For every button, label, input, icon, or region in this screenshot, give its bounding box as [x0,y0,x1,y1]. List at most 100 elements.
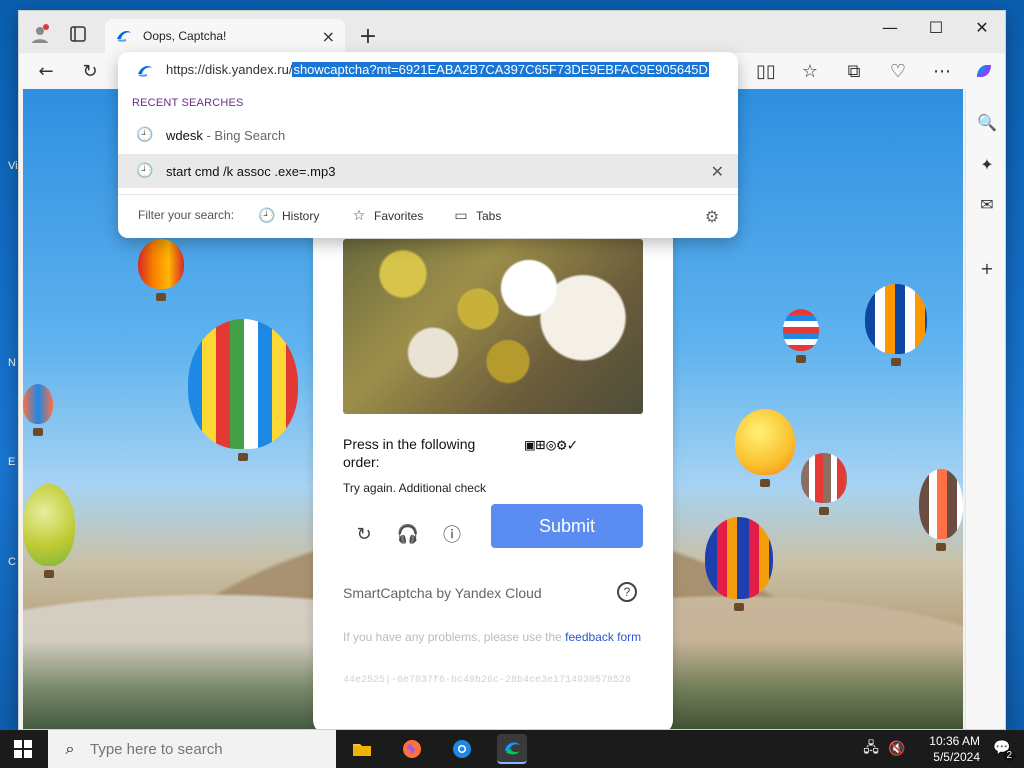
balloon-image [783,309,819,363]
info-captcha-button[interactable]: ⓘ [437,519,467,549]
profile-icon[interactable] [25,19,55,49]
folder-icon [353,744,371,756]
collections-button[interactable]: ⧉ [839,56,869,86]
suggestion-main: wdesk [166,127,203,143]
captcha-order-symbols: ▣⊞◎⚙✓ [525,435,579,454]
balloon-image [865,284,927,366]
notifications-button[interactable]: 💬 2 [990,736,1015,761]
refresh-button[interactable]: ↻ [75,56,105,86]
taskbar: ⌕ 🖧 🔇 10:36 AM 5/5/2024 💬 2 [0,730,1024,768]
suggestion-sub: - Bing Search [202,127,286,143]
volume-muted-icon[interactable]: 🔇 [884,730,910,768]
tab-oops-captcha[interactable]: Oops, Captcha! × [105,19,345,53]
refresh-captcha-button[interactable]: ↻ [349,519,379,549]
filter-history-label: History [282,209,320,223]
windows-icon [14,740,32,758]
notification-count: 2 [1003,750,1015,761]
chrome-button[interactable] [447,734,477,764]
address-bar[interactable]: https://disk.yandex.ru/showcaptcha?mt=69… [118,52,738,90]
balloon-image [735,409,795,487]
taskbar-search[interactable]: ⌕ [48,730,336,768]
suggestion-main: start cmd /k assoc .exe=.mp3 [166,163,336,179]
gear-icon[interactable]: ⚙ [700,204,724,228]
info-icon: ⓘ [443,525,461,546]
desktop-icon-label[interactable]: N [8,357,16,369]
captcha-image[interactable] [343,239,643,414]
help-icon-label: ? [623,585,631,599]
search-input[interactable] [90,740,320,758]
copilot-icon [977,65,991,77]
collections-icon: ⧉ [847,60,861,82]
captcha-hash: 44e2525|-6e7037f6-bc49b26c-28b4ce3e17149… [343,675,632,686]
smartcaptcha-brand: SmartCaptcha by Yandex Cloud [343,585,542,601]
firefox-button[interactable] [397,734,427,764]
browser-essentials-button[interactable]: ♡ [883,56,913,86]
suggestion-text: start cmd /k assoc .exe=.mp3 [166,164,335,179]
history-icon: 🕘 [258,208,276,224]
filter-tabs-button[interactable]: ▭ Tabs [452,204,501,228]
add-sidebar-item-icon[interactable]: + [974,255,1000,281]
url-prefix: https://disk.yandex.ru/ [166,62,293,77]
address-url[interactable]: https://disk.yandex.ru/showcaptcha?mt=69… [166,62,709,77]
clock-date: 5/5/2024 [933,750,980,764]
filter-history-button[interactable]: 🕘 History [258,204,319,228]
address-bar-dropdown: https://disk.yandex.ru/showcaptcha?mt=69… [118,52,738,238]
desktop-icon-label[interactable]: C [8,556,16,568]
maximize-button[interactable]: ☐ [913,11,959,43]
filter-favorites-button[interactable]: ☆ Favorites [350,204,424,228]
help-icon[interactable]: ? [617,582,637,602]
desktop-icon-label[interactable]: Vi [8,160,18,172]
favorites-button[interactable]: ☆ [795,56,825,86]
filter-tabs-label: Tabs [476,209,502,223]
suggestion-item[interactable]: 🕘 start cmd /k assoc .exe=.mp3 ✕ [118,154,738,188]
heart-pulse-icon: ♡ [889,60,907,82]
split-screen-button[interactable]: ▯▯ [751,56,781,86]
captcha-problems-text: If you have any problems, please use the… [343,629,643,645]
audio-captcha-button[interactable]: 🎧 [393,519,423,549]
search-icon: ⌕ [65,739,75,758]
close-window-button[interactable]: ✕ [959,11,1005,43]
start-button[interactable] [0,730,46,768]
captcha-instructions: Press in the following order: [343,436,476,470]
minimize-button[interactable]: — [867,11,913,43]
desktop-icon-label[interactable]: E [8,456,15,468]
copilot-icon[interactable]: ✦ [974,151,1000,177]
captcha-try-again: Try again. Additional check [343,481,486,495]
favorites-icon: ☆ [801,60,819,82]
suggestion-text: wdesk - Bing Search [166,128,285,143]
suggestion-item[interactable]: 🕘 wdesk - Bing Search [118,118,738,152]
url-selected: showcaptcha?mt=6921EABA2B7CA397C65F73DE9… [292,62,709,77]
site-favicon-icon [138,66,152,77]
clock-time: 10:36 AM [929,734,980,748]
new-tab-button[interactable]: + [355,23,381,49]
chrome-icon [453,740,471,758]
outlook-icon[interactable]: ✉ [974,191,1000,217]
submit-button[interactable]: Submit [491,504,643,548]
more-button[interactable]: ⋯ [927,56,957,86]
edge-button[interactable] [497,734,527,764]
close-icon[interactable]: × [322,27,335,46]
more-icon: ⋯ [933,60,951,82]
tabs-icon: ▭ [454,208,468,224]
edge-icon [505,742,520,755]
taskbar-clock[interactable]: 10:36 AM 5/5/2024 [910,733,980,765]
back-button[interactable]: ← [31,56,61,86]
tab-favicon-icon [117,31,131,42]
tab-title: Oops, Captcha! [143,29,227,43]
balloon-image [801,453,847,515]
feedback-form-link[interactable]: feedback form [565,630,641,644]
balloon-image [23,384,53,436]
edge-sidebar: 🔍 ✦ ✉ + ⚙ [965,89,1005,729]
remove-suggestion-icon[interactable]: ✕ [711,162,724,181]
title-bar: Oops, Captcha! × + — ☐ ✕ [19,11,1005,53]
file-explorer-button[interactable] [347,734,377,764]
filter-label: Filter your search: [138,208,235,222]
firefox-icon [403,740,421,758]
search-icon[interactable]: 🔍 [974,109,1000,135]
dropdown-divider [118,194,738,195]
filter-favorites-label: Favorites [374,209,424,223]
network-icon[interactable]: 🖧 [858,730,884,768]
split-icon: ▯▯ [756,60,776,82]
tab-actions-icon[interactable] [63,19,93,49]
copilot-button[interactable] [969,56,999,86]
